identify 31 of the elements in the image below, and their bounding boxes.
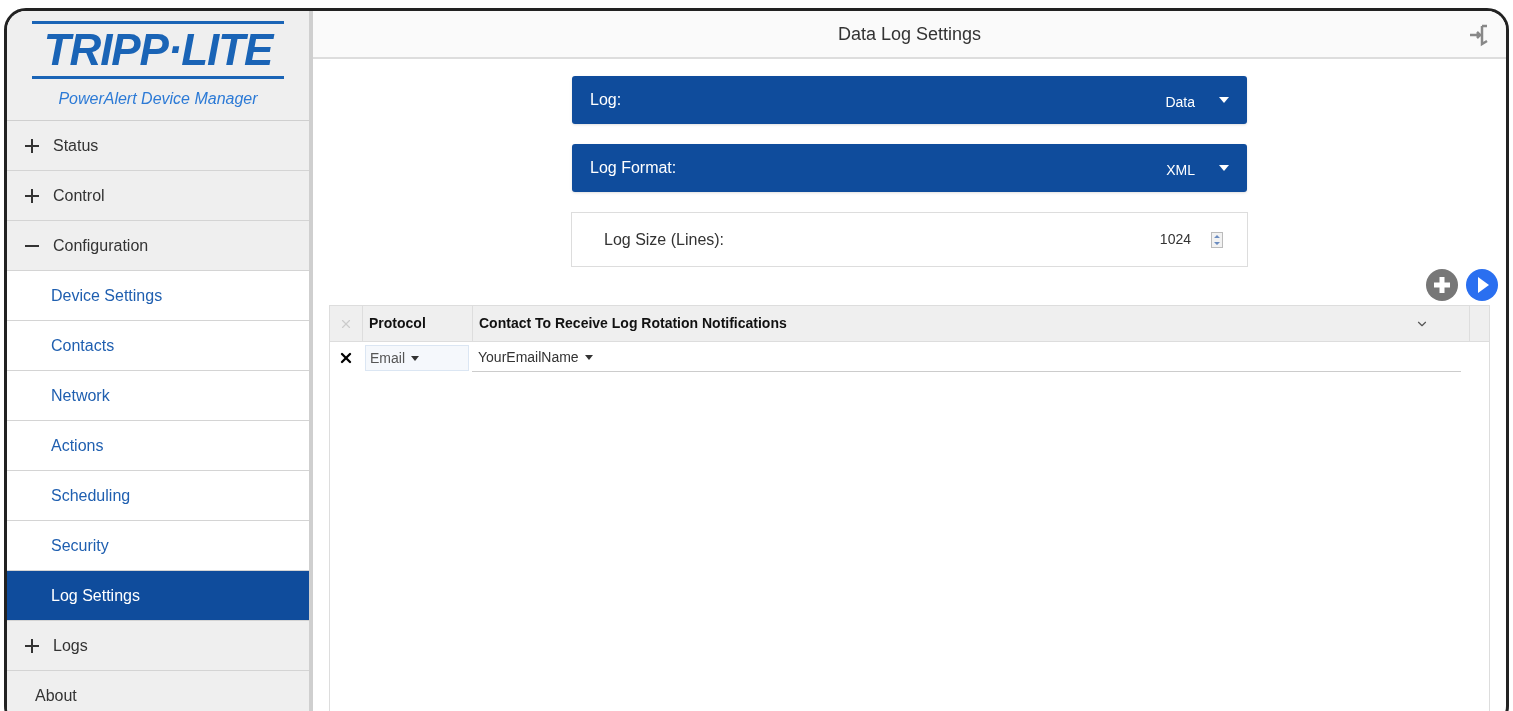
spin-arrows-icon[interactable]: [1211, 231, 1223, 248]
log-size-spinner[interactable]: Log Size (Lines): 1024: [571, 212, 1248, 267]
spinner-label: Log Size (Lines):: [604, 229, 726, 250]
contact-dropdown[interactable]: YourEmailName: [472, 344, 1461, 372]
sidebar-item[interactable]: Log Settings: [7, 571, 309, 621]
add-icon[interactable]: [1426, 269, 1458, 301]
caret-icon: [1219, 97, 1229, 103]
caret-icon: [411, 355, 419, 361]
column-header: Protocol: [362, 306, 472, 341]
play-icon[interactable]: [1466, 269, 1498, 301]
caret-icon: [1219, 165, 1229, 171]
logo-subtitle: PowerAlert Device Manager: [58, 88, 258, 109]
expand-icon: [25, 638, 39, 653]
page-title: Data Log Settings: [837, 22, 982, 46]
settings-dropdown[interactable]: Log Format: XML: [572, 144, 1247, 192]
caret-icon: [584, 355, 593, 360]
column-header: Contact To Receive Log Rotation Notifications: [479, 314, 788, 333]
sidebar-item[interactable]: Contacts: [7, 321, 309, 371]
delete-row-icon[interactable]: [338, 350, 354, 366]
expand-icon: [25, 188, 39, 203]
expand-icon: [25, 138, 39, 153]
sidebar-item[interactable]: Scheduling: [7, 471, 309, 521]
sidebar-item[interactable]: Network: [7, 371, 309, 421]
spinner-value: 1024: [1159, 230, 1191, 249]
collapse-icon: [25, 244, 39, 247]
logo: TRIPP·LITE: [31, 20, 285, 79]
sidebar-item[interactable]: Security: [7, 521, 309, 571]
settings-dropdown[interactable]: Log: Data: [572, 76, 1247, 124]
protocol-dropdown[interactable]: Email: [365, 345, 469, 371]
sidebar-item[interactable]: Device Settings: [7, 271, 309, 321]
sidebar-item[interactable]: Actions: [7, 421, 309, 471]
